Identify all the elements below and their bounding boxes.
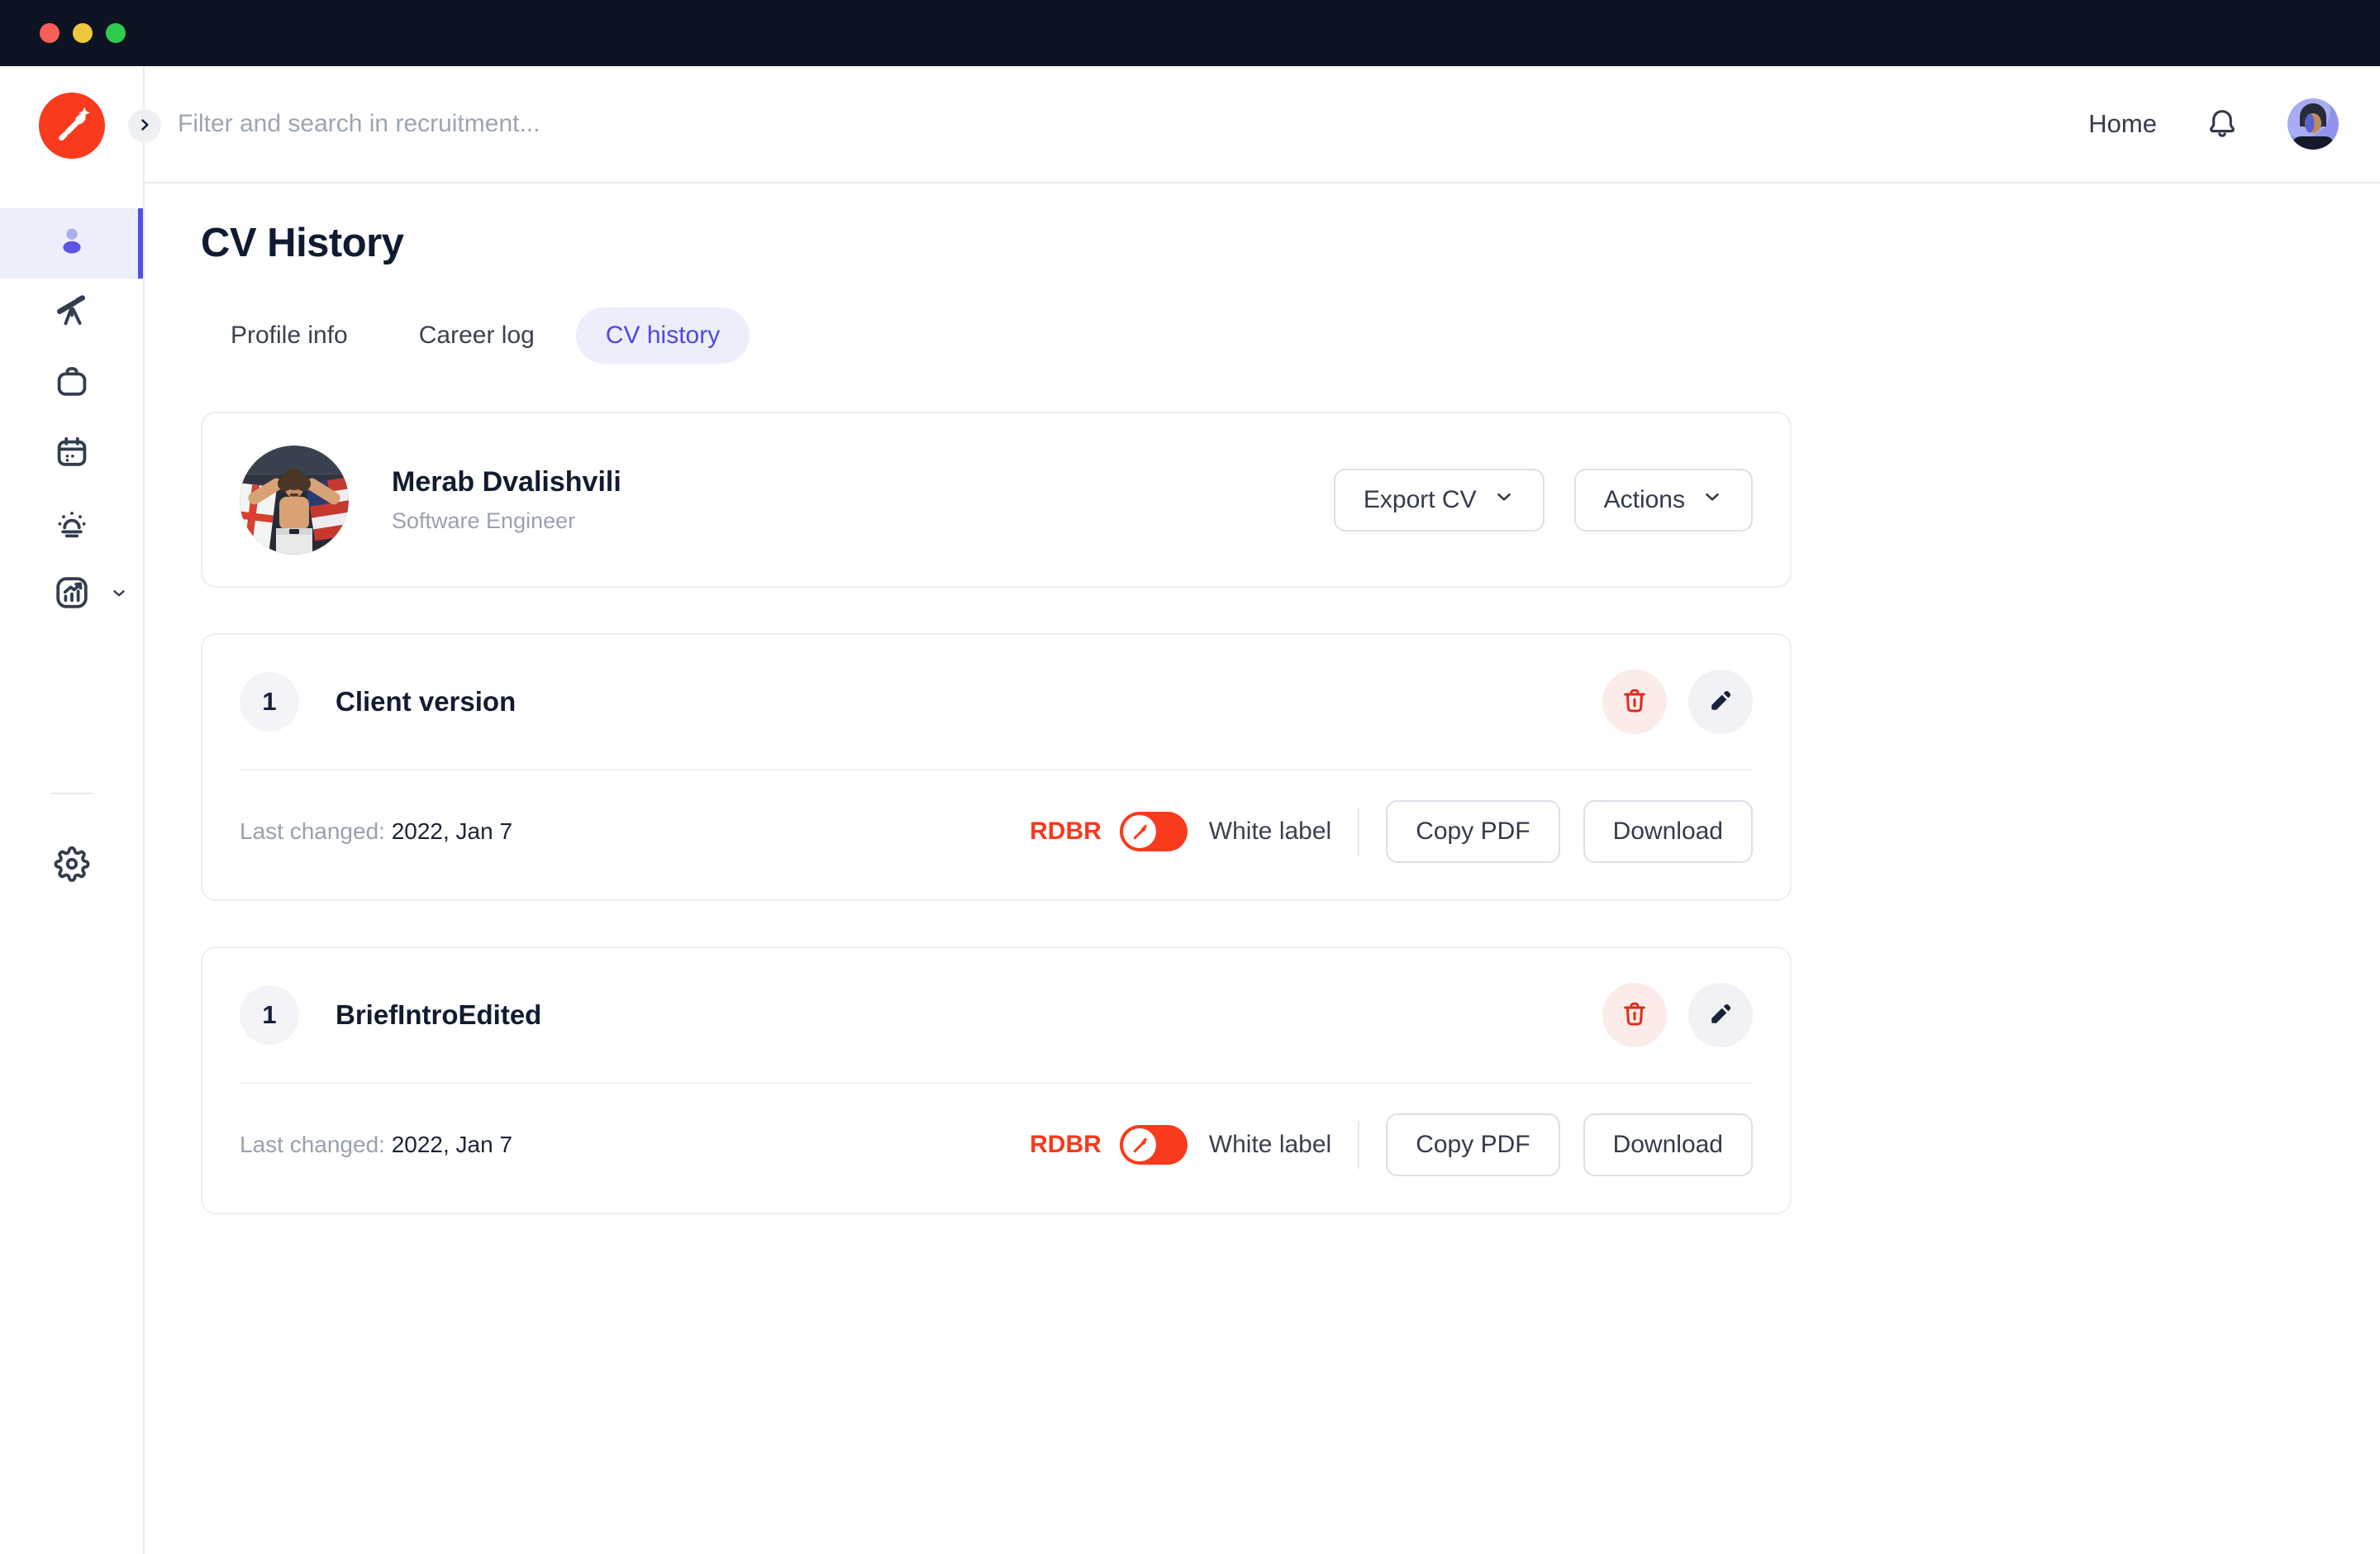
last-changed-label: Last changed: [240,1132,385,1157]
sidebar-item-horizon[interactable] [0,489,143,560]
user-avatar[interactable] [2287,98,2339,150]
search-input[interactable] [178,110,921,138]
top-header: Home [145,66,2380,184]
app-chrome: Home [0,66,2380,1554]
branding-toggle[interactable] [1120,1125,1188,1165]
notifications-button[interactable] [2205,106,2240,143]
tab-profile-info[interactable]: Profile info [201,307,378,364]
window-titlebar [0,0,2380,66]
last-changed-date: 2022, Jan 7 [392,818,512,844]
cv-version-card: 1 Client version [201,633,1792,901]
last-changed-label: Last changed: [240,818,385,844]
version-actions [1602,983,1753,1047]
sidebar-item-jobs[interactable] [0,349,143,419]
tab-cv-history[interactable]: CV history [576,307,750,364]
tab-bar: Profile info Career log CV history [201,307,2380,364]
app-window: Home [0,0,2380,1554]
calendar-icon [52,432,92,476]
window-close-button[interactable] [40,23,60,43]
white-label-text: White label [1209,1131,1331,1159]
sidebar-item-discover[interactable] [0,279,143,349]
sidebar-item-calendar[interactable] [0,419,143,489]
window-zoom-button[interactable] [106,23,126,43]
main-column: Home [145,66,2380,1554]
profile-actions: Export CV Actions [1334,469,1753,532]
chevron-down-icon [1702,486,1723,514]
toggle-knob-wand-icon [1123,815,1156,848]
sidebar-expand-button[interactable] [128,109,161,142]
version-footer-row: Last changed: 2022, Jan 7 RDBR [202,770,1790,899]
sidebar [0,66,145,1554]
last-changed-text: Last changed: 2022, Jan 7 [240,818,512,845]
pencil-icon [1706,687,1735,717]
header-right: Home [2088,98,2339,150]
branding-toggle[interactable] [1120,812,1188,851]
analytics-chart-icon [52,573,92,617]
rdbr-label: RDBR [1030,818,1102,846]
version-title: BriefIntroEdited [336,999,541,1031]
version-number-badge: 1 [240,672,299,732]
candidate-name: Merab Dvalishvili [392,466,621,498]
vertical-divider [1358,1121,1359,1169]
candidate-info: Merab Dvalishvili Software Engineer [392,466,621,534]
pencil-icon [1706,1000,1735,1031]
cv-version-card: 1 BriefIntroEdited [201,946,1792,1214]
version-number-badge: 1 [240,985,299,1045]
export-cv-button[interactable]: Export CV [1334,469,1545,532]
white-label-text: White label [1209,818,1331,846]
rdbr-label: RDBR [1030,1131,1102,1159]
copy-pdf-button[interactable]: Copy PDF [1386,800,1559,863]
home-link[interactable]: Home [2088,109,2157,139]
page-content: CV History Profile info Career log CV hi… [145,184,2380,1214]
tab-career-log[interactable]: Career log [389,307,564,364]
vertical-divider [1358,808,1359,856]
trash-icon [1620,686,1649,718]
version-header-row: 1 Client version [202,635,1790,769]
version-actions [1602,670,1753,734]
sunrise-icon [52,503,92,546]
magic-wand-icon [50,102,93,150]
candidate-profile-card: Merab Dvalishvili Software Engineer Expo… [201,412,1792,588]
chevron-down-icon [1493,486,1515,514]
delete-version-button[interactable] [1602,983,1667,1047]
version-footer-row: Last changed: 2022, Jan 7 RDBR [202,1084,1790,1213]
user-icon [52,222,92,265]
export-cv-label: Export CV [1364,486,1477,514]
edit-version-button[interactable] [1688,983,1753,1047]
candidate-role: Software Engineer [392,508,621,534]
copy-pdf-button[interactable]: Copy PDF [1386,1113,1559,1176]
actions-button[interactable]: Actions [1574,469,1753,532]
download-button[interactable]: Download [1583,800,1753,863]
edit-version-button[interactable] [1688,670,1753,734]
candidate-photo [240,446,349,555]
sidebar-item-settings[interactable] [0,831,143,901]
delete-version-button[interactable] [1602,670,1667,734]
trash-icon [1620,999,1649,1032]
briefcase-icon [52,362,92,406]
sidebar-item-profile[interactable] [0,208,143,279]
cards-stack: Merab Dvalishvili Software Engineer Expo… [201,412,1792,1214]
window-minimize-button[interactable] [73,23,93,43]
last-changed-date: 2022, Jan 7 [392,1132,512,1157]
version-title: Client version [336,686,516,717]
sidebar-divider [51,793,93,794]
telescope-icon [52,292,92,336]
version-header-row: 1 BriefIntroEdited [202,948,1790,1082]
version-controls: RDBR [1030,1113,1753,1176]
chevron-right-icon [136,117,153,136]
toggle-knob-wand-icon [1123,1128,1156,1161]
download-button[interactable]: Download [1583,1113,1753,1176]
sidebar-item-analytics[interactable] [0,560,143,630]
version-controls: RDBR [1030,800,1753,863]
actions-label: Actions [1604,486,1685,514]
bell-icon [2205,106,2240,143]
sidebar-nav [0,208,143,901]
brand-logo[interactable] [39,93,105,159]
chevron-down-icon [110,584,128,606]
last-changed-text: Last changed: 2022, Jan 7 [240,1132,512,1158]
page-title: CV History [201,220,2380,266]
gear-icon [52,844,92,888]
